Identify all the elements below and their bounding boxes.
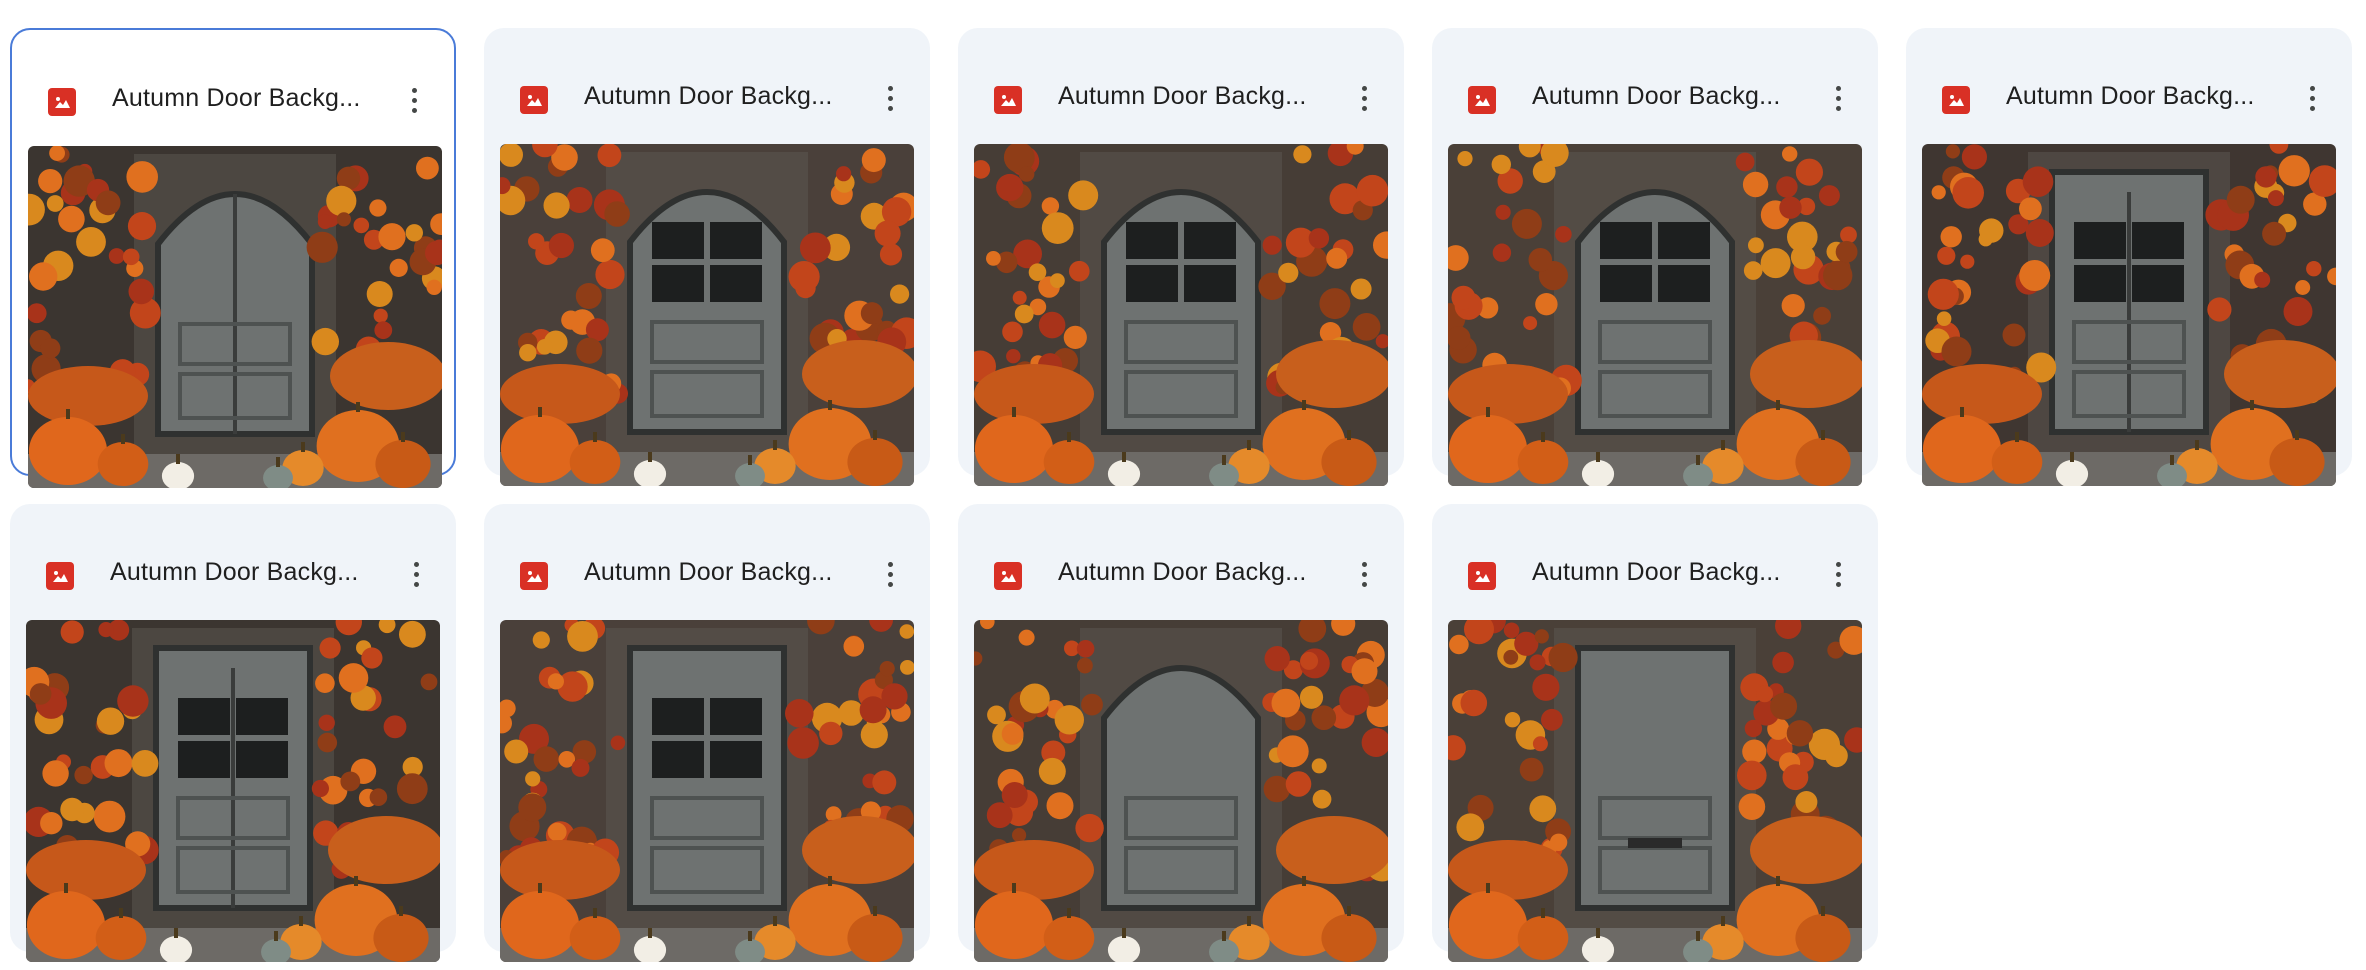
more-vertical-icon[interactable]: [1824, 556, 1852, 592]
file-name: Autumn Door Backg...: [1058, 82, 1307, 110]
more-vertical-icon[interactable]: [2298, 80, 2326, 116]
file-thumbnail[interactable]: [1448, 620, 1862, 962]
file-name: Autumn Door Backg...: [1058, 558, 1307, 586]
file-thumbnail[interactable]: [26, 620, 440, 962]
file-name: Autumn Door Backg...: [584, 82, 833, 110]
file-card-header: Autumn Door Backg...: [958, 504, 1404, 596]
file-card[interactable]: Autumn Door Backg...: [958, 28, 1404, 486]
file-card-header: Autumn Door Backg...: [958, 28, 1404, 120]
file-card-header: Autumn Door Backg...: [484, 28, 930, 120]
more-vertical-icon[interactable]: [876, 80, 904, 116]
file-name: Autumn Door Backg...: [584, 558, 833, 586]
file-card-header: Autumn Door Backg...: [1432, 28, 1878, 120]
image-icon: [1942, 86, 1970, 114]
more-vertical-icon[interactable]: [1350, 80, 1378, 116]
file-card-header: Autumn Door Backg...: [12, 30, 454, 122]
more-vertical-icon[interactable]: [876, 556, 904, 592]
file-thumbnail[interactable]: [1922, 144, 2336, 486]
more-vertical-icon[interactable]: [1824, 80, 1852, 116]
file-card[interactable]: Autumn Door Backg...: [1906, 28, 2352, 486]
more-vertical-icon[interactable]: [400, 82, 428, 118]
file-thumbnail[interactable]: [500, 144, 914, 486]
image-icon: [48, 88, 76, 116]
file-thumbnail[interactable]: [28, 146, 442, 488]
file-card[interactable]: Autumn Door Backg...: [1432, 28, 1878, 486]
file-thumbnail[interactable]: [500, 620, 914, 962]
file-thumbnail[interactable]: [974, 620, 1388, 962]
more-vertical-icon[interactable]: [402, 556, 430, 592]
file-card[interactable]: Autumn Door Backg...: [484, 504, 930, 962]
image-icon: [994, 86, 1022, 114]
file-card-header: Autumn Door Backg...: [1432, 504, 1878, 596]
file-grid: Autumn Door Backg... Autumn Door Backg..…: [0, 0, 2366, 970]
file-thumbnail[interactable]: [974, 144, 1388, 486]
image-icon: [1468, 86, 1496, 114]
more-vertical-icon[interactable]: [1350, 556, 1378, 592]
image-icon: [520, 86, 548, 114]
file-card[interactable]: Autumn Door Backg...: [10, 28, 456, 488]
image-icon: [994, 562, 1022, 590]
file-name: Autumn Door Backg...: [1532, 558, 1781, 586]
file-card-header: Autumn Door Backg...: [10, 504, 456, 596]
file-card[interactable]: Autumn Door Backg...: [10, 504, 456, 962]
file-name: Autumn Door Backg...: [112, 84, 361, 112]
file-card[interactable]: Autumn Door Backg...: [958, 504, 1404, 962]
file-card[interactable]: Autumn Door Backg...: [484, 28, 930, 486]
file-name: Autumn Door Backg...: [1532, 82, 1781, 110]
file-name: Autumn Door Backg...: [2006, 82, 2255, 110]
file-card-header: Autumn Door Backg...: [1906, 28, 2352, 120]
file-card[interactable]: Autumn Door Backg...: [1432, 504, 1878, 962]
file-card-header: Autumn Door Backg...: [484, 504, 930, 596]
file-name: Autumn Door Backg...: [110, 558, 359, 586]
file-thumbnail[interactable]: [1448, 144, 1862, 486]
image-icon: [46, 562, 74, 590]
image-icon: [1468, 562, 1496, 590]
image-icon: [520, 562, 548, 590]
